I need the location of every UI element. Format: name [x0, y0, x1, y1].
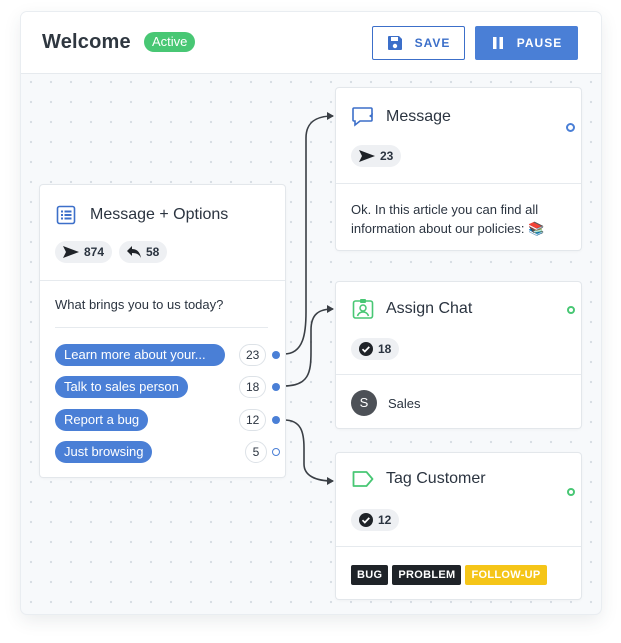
connection-option-1-to-message [283, 112, 334, 355]
check-circle-icon [359, 513, 373, 527]
sent-count: 23 [380, 149, 394, 163]
message-body: Ok. In this article you can find all inf… [351, 202, 545, 236]
flow-editor: Welcome Active SAVE PAUSE Message + Opti… [21, 12, 601, 614]
tag-connector[interactable] [567, 488, 575, 496]
option-count: 5 [245, 441, 267, 463]
options-card-divider [40, 280, 285, 281]
option-row: Report a bug 12 [55, 409, 290, 431]
sent-count-badge: 874 [55, 241, 113, 263]
options-card-title: Message + Options [90, 206, 229, 223]
paper-plane-icon [359, 150, 375, 162]
done-count-badge: 12 [351, 509, 400, 531]
list-icon [56, 205, 76, 225]
chat-bubble-icon [352, 107, 373, 127]
message-card-title: Message [386, 108, 451, 125]
assign-card-title: Assign Chat [386, 300, 473, 317]
person-badge-icon [352, 299, 374, 319]
connection-option-3-to-tag [283, 419, 334, 485]
message-card[interactable]: Message 23 Ok. In this article you can f… [336, 88, 581, 250]
tag-chip: PROBLEM [392, 565, 462, 585]
option-count: 12 [239, 409, 267, 431]
option-row: Learn more about your... 23 [55, 344, 290, 366]
check-circle-icon [359, 342, 373, 356]
assign-card-divider [336, 374, 581, 375]
assign-connector[interactable] [567, 306, 575, 314]
option-button[interactable]: Report a bug [55, 409, 149, 431]
replied-count-badge: 58 [119, 241, 168, 263]
option-button[interactable]: Talk to sales person [55, 376, 188, 398]
sent-count-badge: 23 [351, 145, 402, 167]
assignee-name: Sales [388, 396, 421, 411]
option-count: 23 [239, 344, 267, 366]
sent-count: 874 [84, 245, 105, 259]
option-button[interactable]: Just browsing [55, 441, 153, 463]
options-prompt: What brings you to us today? [55, 297, 224, 312]
paper-plane-icon [63, 246, 79, 258]
done-count-badge: 18 [351, 338, 400, 360]
tag-card-title: Tag Customer [386, 470, 486, 487]
connection-option-2-to-assign [283, 305, 334, 387]
message-card-divider [336, 183, 581, 184]
option-count: 18 [239, 376, 267, 398]
options-card[interactable]: Message + Options 874 58 What brings you… [40, 185, 285, 477]
tag-chip: FOLLOW-UP [465, 565, 547, 585]
tag-card[interactable]: Tag Customer 12 BUG PROBLEM FOLLOW-UP [336, 453, 581, 599]
prompt-divider [55, 327, 268, 328]
option-connector[interactable] [272, 351, 280, 359]
option-connector[interactable] [272, 448, 280, 456]
assign-card[interactable]: Assign Chat 18 S Sales [336, 282, 581, 428]
tag-card-divider [336, 546, 581, 547]
option-connector[interactable] [272, 383, 280, 391]
tag-chip: BUG [351, 565, 389, 585]
done-count: 18 [378, 342, 392, 356]
tag-icon [352, 471, 374, 487]
option-row: Talk to sales person 18 [55, 376, 290, 398]
tag-list: BUG PROBLEM FOLLOW-UP [351, 565, 547, 585]
avatar: S [351, 390, 377, 416]
message-connector[interactable] [566, 123, 575, 132]
replied-count: 58 [146, 245, 160, 259]
option-row: Just browsing 5 [55, 441, 290, 463]
option-button[interactable]: Learn more about your... [55, 344, 225, 366]
done-count: 12 [378, 513, 392, 527]
reply-arrow-icon [127, 246, 141, 258]
option-connector[interactable] [272, 416, 280, 424]
